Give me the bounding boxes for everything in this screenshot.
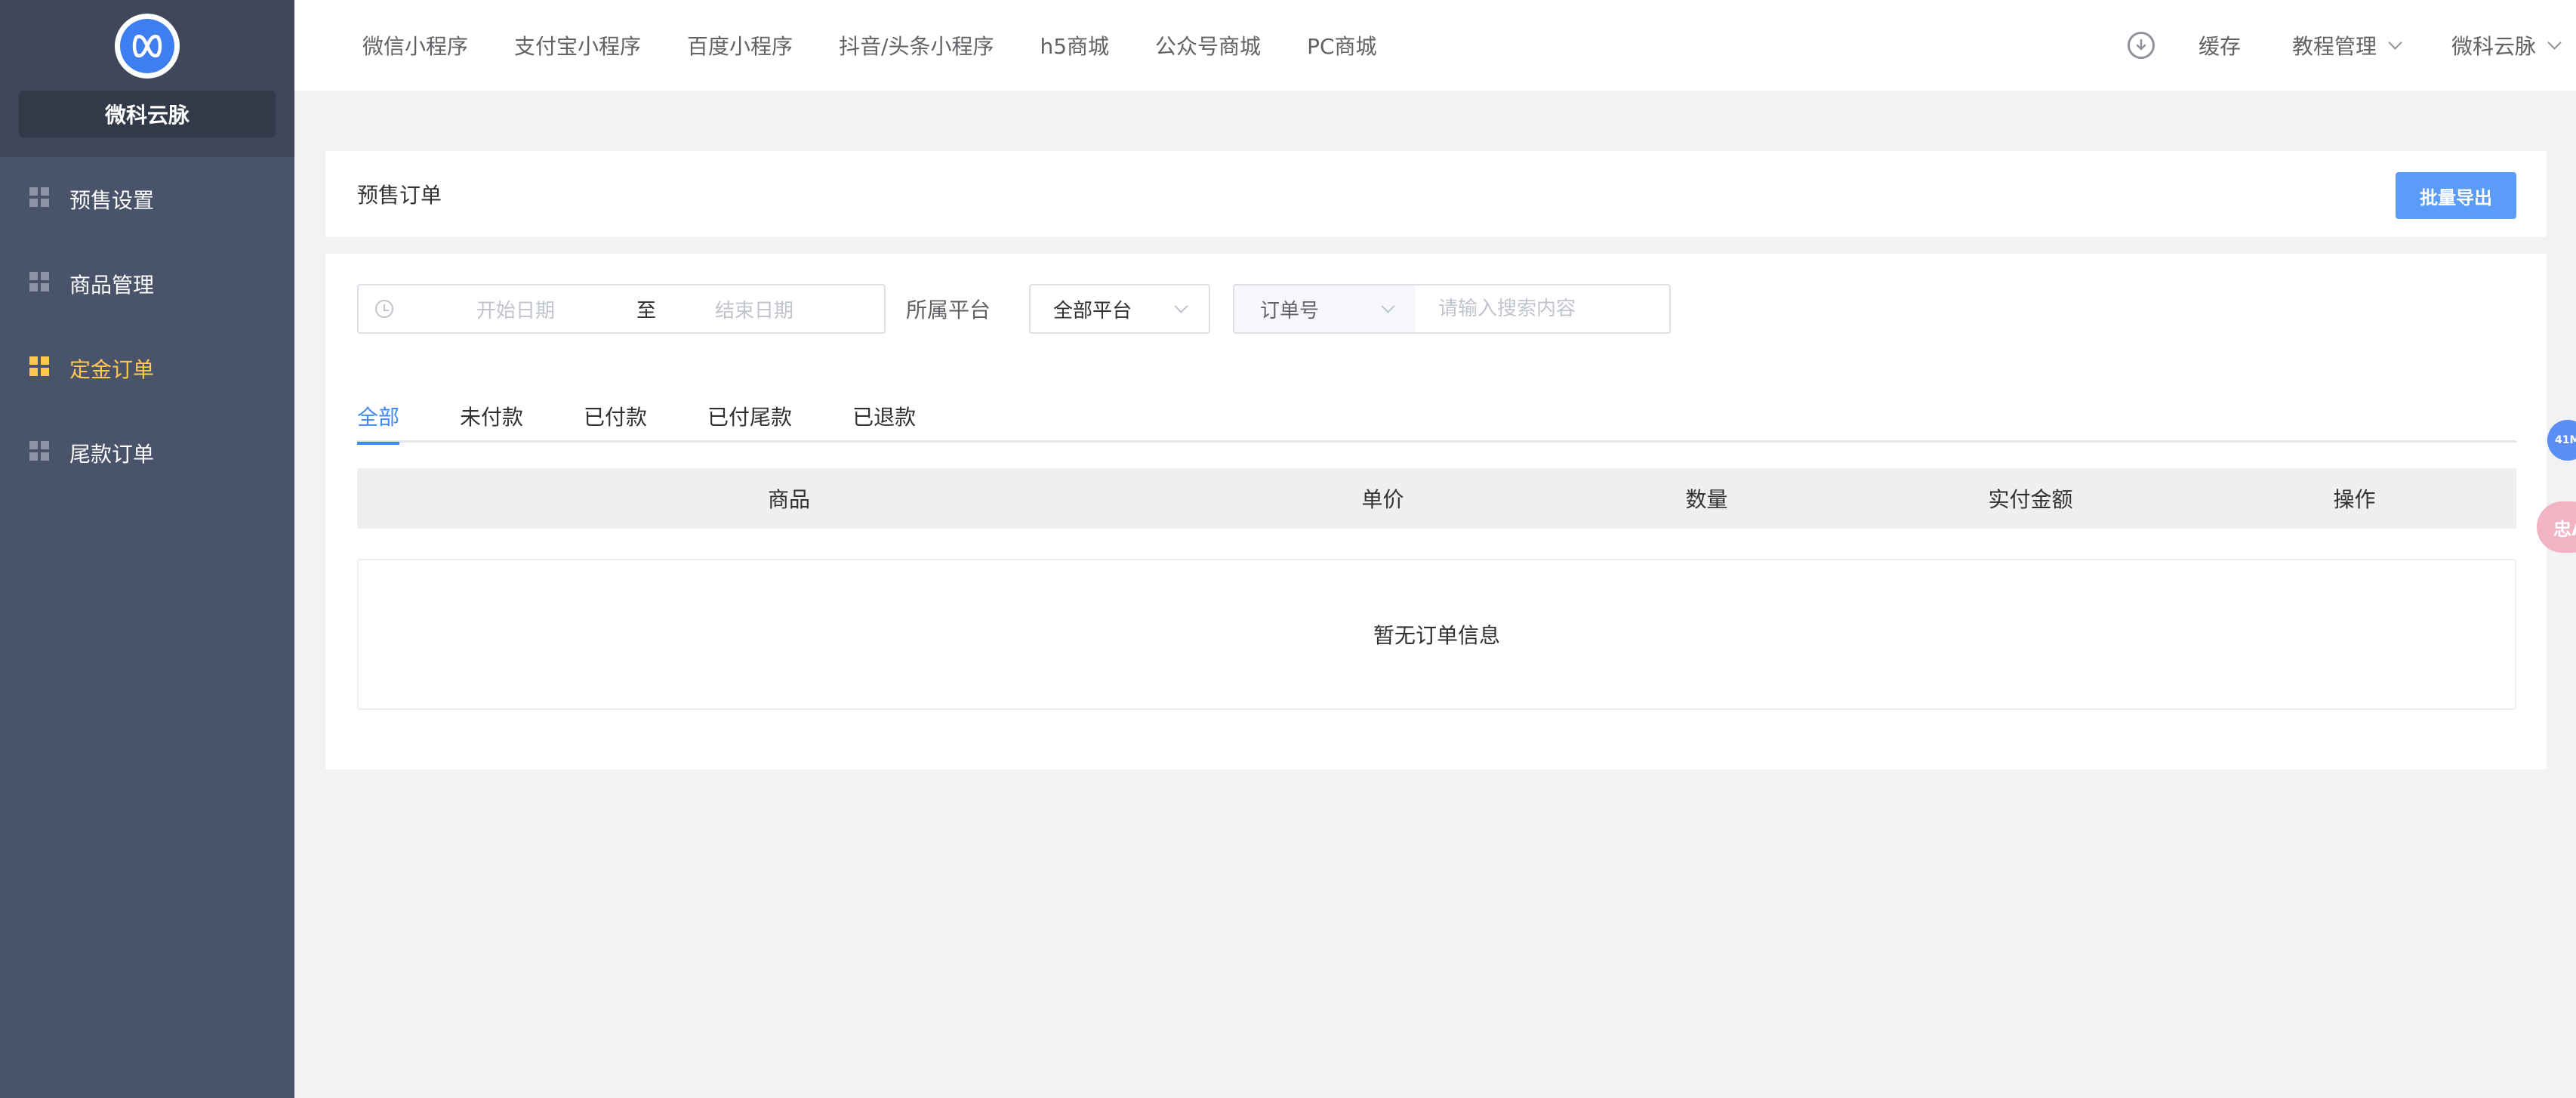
chevron-down-icon [2388,35,2402,50]
sidebar-item-presale-settings[interactable]: 预售设置 [0,157,294,242]
order-status-tabs: 全部 未付款 已付款 已付尾款 已退款 [357,390,2516,445]
nav-item-wechat-miniprogram[interactable]: 微信小程序 [362,30,468,60]
sidebar: 微科云脉 预售设置 商品管理 定金订单 尾款订单 [0,0,294,1098]
date-range-picker[interactable]: 开始日期 至 结束日期 [357,284,886,334]
account-label: 微科云脉 [2451,34,2536,59]
floating-memory-badge[interactable]: 41M [2547,420,2576,461]
page-title: 预售订单 [357,183,442,208]
top-bar: 微信小程序 支付宝小程序 百度小程序 抖音/头条小程序 h5商城 公众号商城 P… [294,0,2576,91]
cache-button[interactable]: 缓存 [2199,30,2241,60]
search-type-select[interactable]: 订单号 [1233,284,1417,334]
sidebar-item-label: 商品管理 [69,273,155,298]
platform-select-value: 全部平台 [1053,299,1132,322]
grid-icon [29,356,50,382]
top-nav: 微信小程序 支付宝小程序 百度小程序 抖音/头条小程序 h5商城 公众号商城 P… [362,0,1423,91]
top-right-actions: 缓存 教程管理 微科云脉 [2127,0,2576,91]
empty-state-text: 暂无订单信息 [1373,623,1500,648]
batch-export-button[interactable]: 批量导出 [2396,172,2516,219]
tab-balance-paid[interactable]: 已付尾款 [707,390,792,443]
grid-icon [29,187,50,213]
end-date-input[interactable]: 结束日期 [715,295,793,323]
orders-card: 开始日期 至 结束日期 所属平台 全部平台 订单号 全部 未付款 已付款 已付尾… [325,254,2547,770]
tutorial-dropdown[interactable]: 教程管理 [2291,30,2402,60]
download-icon[interactable] [2127,32,2155,59]
chevron-down-icon [1174,298,1188,313]
platform-label: 所属平台 [906,298,991,322]
brand-logo[interactable] [115,14,180,79]
sidebar-item-label: 定金订单 [69,357,155,382]
column-header-quantity: 数量 [1685,487,1728,512]
column-header-paid-amount: 实付金额 [1988,487,2073,512]
sidebar-item-label: 尾款订单 [69,442,155,467]
floating-assistant-text: 忠A [2553,518,2576,540]
grid-icon [29,440,50,467]
sidebar-item-balance-orders[interactable]: 尾款订单 [0,411,294,495]
cache-label: 缓存 [2198,34,2241,59]
empty-state: 暂无订单信息 [357,559,2516,710]
nav-item-pc-store[interactable]: PC商城 [1307,30,1376,60]
logo-mark-icon [120,19,174,73]
nav-item-official-account-store[interactable]: 公众号商城 [1155,30,1261,60]
nav-item-douyin-miniprogram[interactable]: 抖音/头条小程序 [839,30,994,60]
tab-unpaid[interactable]: 未付款 [460,390,523,443]
search-type-value: 订单号 [1260,299,1320,322]
grid-icon [29,271,50,298]
date-range-separator: 至 [636,299,657,322]
search-input[interactable] [1416,284,1671,334]
brand-name: 微科云脉 [19,91,276,137]
page-header-card: 预售订单 批量导出 [325,151,2547,237]
column-header-product: 商品 [767,487,810,512]
sidebar-item-deposit-orders[interactable]: 定金订单 [0,326,294,411]
platform-select[interactable]: 全部平台 [1029,284,1210,334]
column-header-unit-price: 单价 [1361,487,1404,512]
chevron-down-icon [1381,298,1395,313]
sidebar-brand: 微科云脉 [0,0,294,157]
sidebar-item-label: 预售设置 [69,188,155,213]
floating-badge-text: 41M [2555,434,2576,446]
tab-paid[interactable]: 已付款 [584,390,647,443]
column-header-actions: 操作 [2333,487,2376,512]
nav-item-baidu-miniprogram[interactable]: 百度小程序 [687,30,793,60]
start-date-input[interactable]: 开始日期 [476,295,627,323]
clock-icon [375,300,393,318]
sidebar-item-product-management[interactable]: 商品管理 [0,242,294,326]
nav-item-h5-store[interactable]: h5商城 [1040,30,1109,60]
table-header: 商品 单价 数量 实付金额 操作 [357,468,2516,529]
nav-item-alipay-miniprogram[interactable]: 支付宝小程序 [514,30,641,60]
tutorial-label: 教程管理 [2291,34,2377,59]
tab-all[interactable]: 全部 [357,390,400,445]
sidebar-menu: 预售设置 商品管理 定金订单 尾款订单 [0,157,294,495]
account-dropdown[interactable]: 微科云脉 [2451,30,2562,60]
tab-refunded[interactable]: 已退款 [852,390,916,443]
chevron-down-icon [2547,35,2562,50]
